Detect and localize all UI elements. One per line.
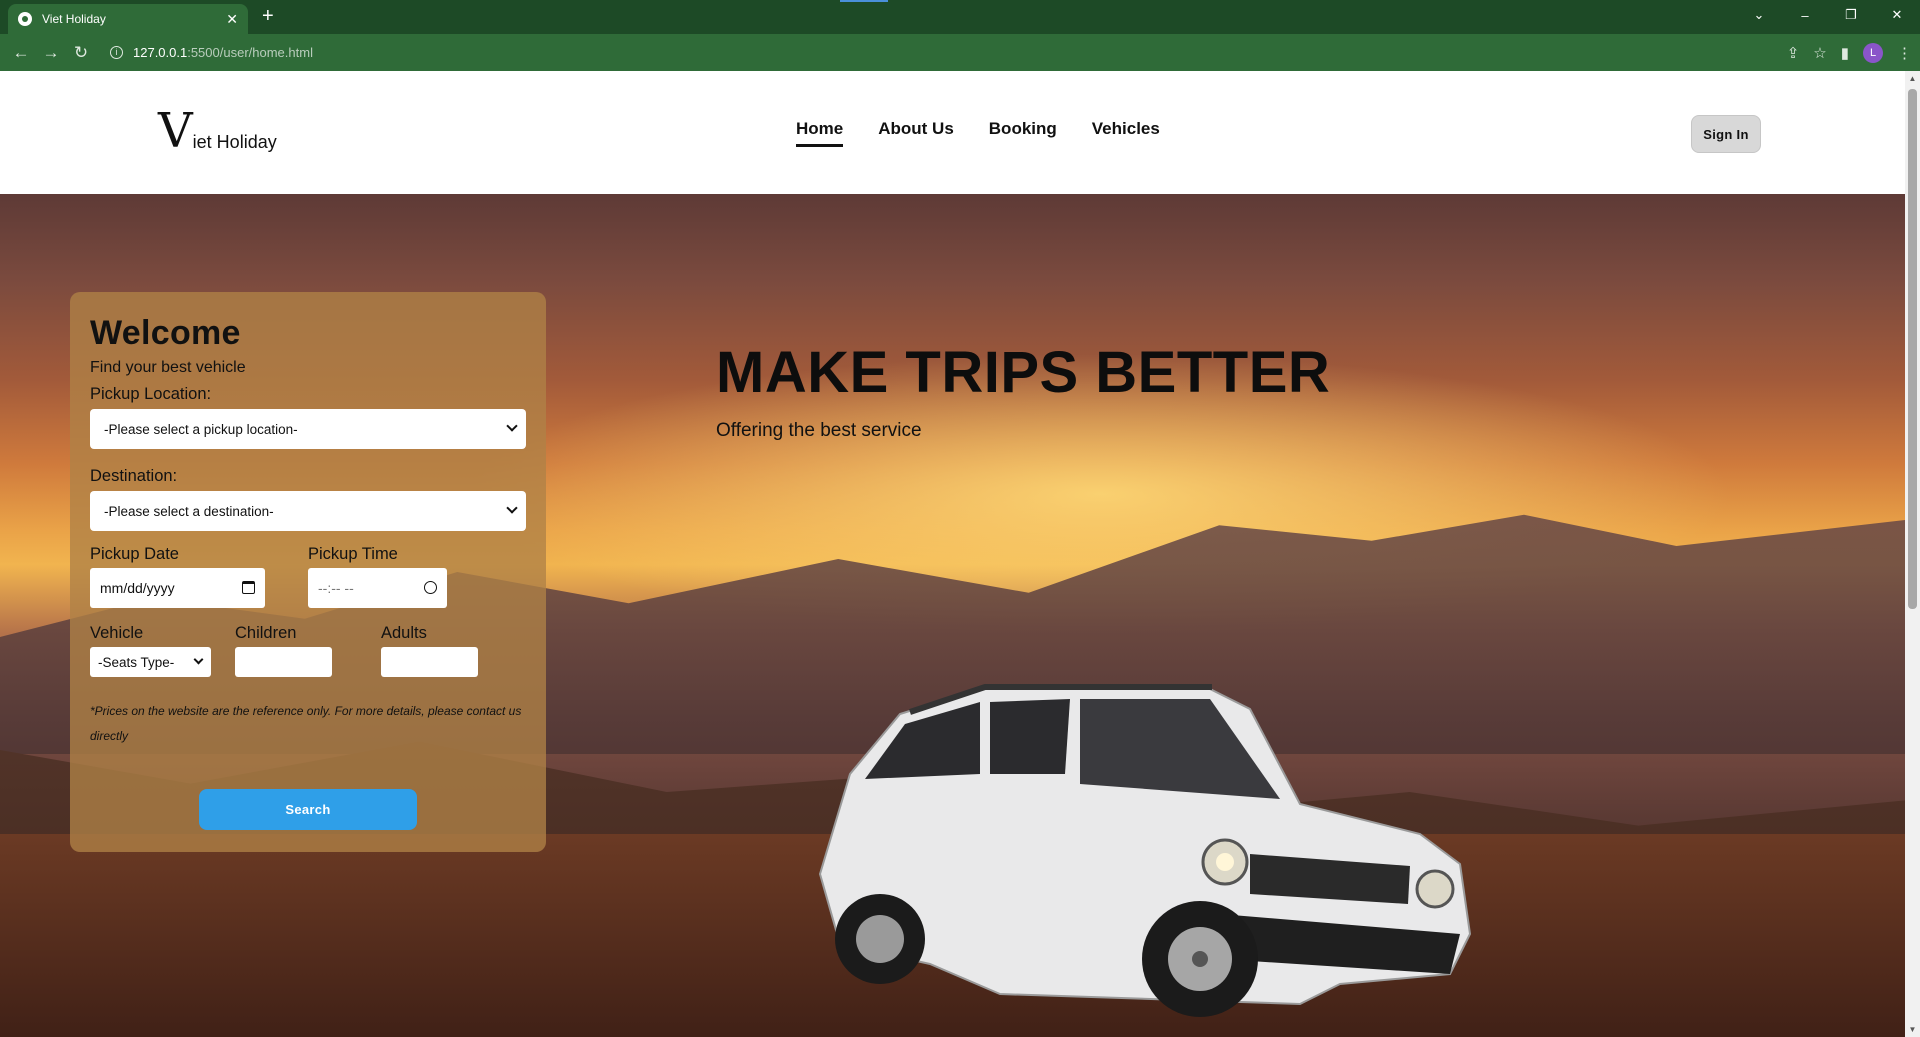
pickup-date-input[interactable]: mm/dd/yyyy [90,568,265,608]
tab-strip-indicator [840,0,888,2]
clock-icon[interactable] [424,581,437,594]
destination-value: -Please select a destination- [104,503,274,519]
hero-text: MAKE TRIPS BETTER Offering the best serv… [716,339,1330,442]
toolbar-actions: ⇪ ☆ ▮ L ⋮ [1787,34,1912,71]
page-scrollbar[interactable]: ▲ ▼ [1905,71,1920,1037]
search-button[interactable]: Search [199,789,417,830]
pickup-location-value: -Please select a pickup location- [104,421,298,437]
restore-button[interactable]: ❐ [1828,7,1874,23]
nav-booking[interactable]: Booking [989,119,1057,147]
pickup-location-select[interactable]: -Please select a pickup location- [90,409,526,449]
nav-about-us[interactable]: About Us [878,119,954,147]
nav-home[interactable]: Home [796,119,844,147]
search-card: Welcome Find your best vehicle Pickup Lo… [70,292,546,852]
pickup-date-placeholder: mm/dd/yyyy [100,580,175,596]
nav-vehicles[interactable]: Vehicles [1092,119,1160,147]
tab-search-icon[interactable]: ⌄ [1736,7,1782,23]
page-viewport: V iet Holiday Home About Us Booking Vehi… [0,71,1905,1037]
address-bar[interactable]: i 127.0.0.1:5500/user/home.html [110,45,1710,60]
destination-label: Destination: [90,467,178,485]
profile-avatar[interactable]: L [1863,42,1883,63]
side-panel-icon[interactable]: ▮ [1841,44,1849,62]
pickup-time-label: Pickup Time [308,545,398,563]
pickup-date-label: Pickup Date [90,545,179,563]
tab-close-icon[interactable]: ✕ [226,11,238,28]
site-logo[interactable]: V iet Holiday [158,103,277,159]
vehicle-seats-select[interactable]: -Seats Type- [90,647,211,677]
close-window-button[interactable]: ✕ [1874,7,1920,23]
scrollbar-thumb[interactable] [1908,89,1917,609]
browser-tab[interactable]: Viet Holiday ✕ [8,4,248,34]
pickup-time-input[interactable]: --:-- -- [308,568,447,608]
browser-toolbar: ← → ↻ i 127.0.0.1:5500/user/home.html ⇪ … [0,34,1920,71]
vehicle-label: Vehicle [90,624,144,642]
logo-mark: V [158,103,193,159]
url-host: 127.0.0.1 [133,45,188,60]
browser-tab-bar: Viet Holiday ✕ + ⌄ – ❐ ✕ [0,0,1920,34]
tab-title: Viet Holiday [42,12,106,26]
new-tab-button[interactable]: + [262,6,274,26]
minimize-button[interactable]: – [1782,8,1828,23]
chevron-down-icon [193,654,204,665]
logo-text: iet Holiday [192,132,277,152]
card-title: Welcome [90,314,241,352]
pickup-location-label: Pickup Location: [90,385,212,403]
back-arrow-icon[interactable]: ← [6,43,36,63]
main-nav: Home About Us Booking Vehicles [796,119,1160,147]
share-icon[interactable]: ⇪ [1787,44,1800,62]
chevron-down-icon [506,502,518,514]
hero-title: MAKE TRIPS BETTER [716,340,1331,405]
adults-input[interactable] [381,647,478,677]
pickup-time-placeholder: --:-- -- [318,580,354,596]
adults-label: Adults [381,624,427,642]
site-info-icon[interactable]: i [110,46,123,59]
hero-section: MAKE TRIPS BETTER Offering the best serv… [0,194,1905,1037]
children-input[interactable] [235,647,332,677]
chevron-down-icon [506,420,518,432]
bookmark-star-icon[interactable]: ☆ [1813,44,1826,62]
site-header: V iet Holiday Home About Us Booking Vehi… [0,71,1905,194]
pricing-note: *Prices on the website are the reference… [90,704,522,743]
sign-in-button[interactable]: Sign In [1691,115,1761,153]
url-path: :5500/user/home.html [187,45,313,60]
browser-menu-icon[interactable]: ⋮ [1897,44,1912,62]
window-controls: ⌄ – ❐ ✕ [1736,0,1920,30]
hero-subtitle: Offering the best service [716,420,922,441]
destination-select[interactable]: -Please select a destination- [90,491,526,531]
children-label: Children [235,624,297,642]
reload-icon[interactable]: ↻ [66,43,96,63]
vehicle-seats-value: -Seats Type- [98,654,175,670]
site-favicon-icon [18,12,32,26]
forward-arrow-icon[interactable]: → [36,43,66,63]
scroll-down-icon[interactable]: ▼ [1905,1025,1920,1034]
card-subtitle: Find your best vehicle [90,359,246,376]
scroll-up-icon[interactable]: ▲ [1905,74,1920,83]
calendar-icon[interactable] [242,581,255,594]
suv-image [818,684,1472,1017]
